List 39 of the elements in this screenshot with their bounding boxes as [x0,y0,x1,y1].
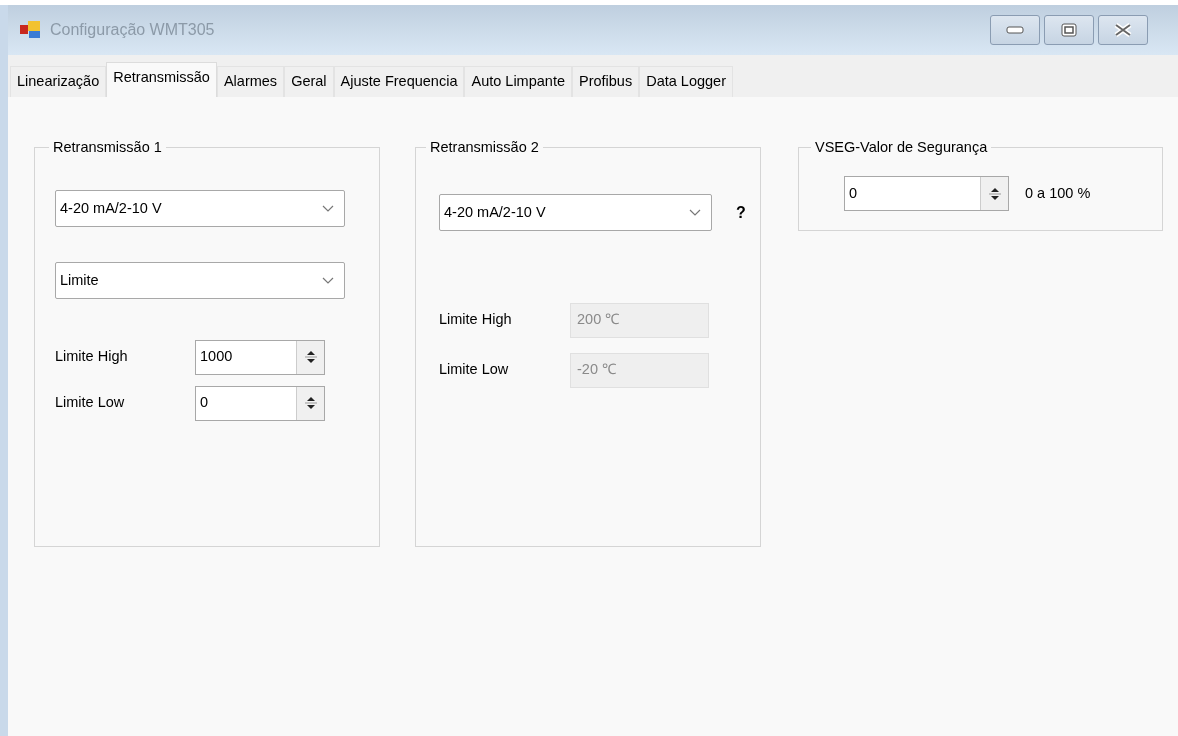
combo-box[interactable]: 4-20 mA/2-10 V [439,194,712,231]
combo-box[interactable]: 4-20 mA/2-10 V [55,190,345,227]
number-spinner[interactable]: 1000 [195,339,325,375]
tab[interactable]: Auto Limpante [464,65,572,97]
up-down-arrows-icon [304,348,317,366]
tab[interactable]: Ajuste Frequencia [333,65,465,97]
help-mark[interactable]: ? [736,200,746,225]
number-spinner[interactable]: 0 [844,176,1009,211]
combo-box[interactable]: Limite [55,262,345,299]
input-field: -20 ℃ [570,352,709,388]
restore-icon [1061,23,1077,37]
tab[interactable]: Alarmes [216,65,285,97]
spin-button[interactable] [296,340,324,374]
minimize-icon [1006,26,1024,34]
window-title: Configuração WMT305 [50,20,215,40]
tab[interactable]: Geral [284,65,334,97]
spin-button[interactable] [296,386,324,420]
tab[interactable]: Retransmissão [106,61,217,97]
minimize-button[interactable] [990,15,1040,45]
up-down-arrows-icon [304,394,317,412]
spin-button[interactable] [980,177,1008,210]
tab[interactable]: Linearização [10,65,107,97]
field-label: Limite Low [439,360,510,380]
close-icon [1114,23,1132,37]
tab[interactable]: Profibus [572,65,640,97]
group-title: VSEG-Valor de Segurança [811,138,992,156]
number-spinner[interactable]: 0 [195,385,325,421]
close-button[interactable] [1098,15,1148,45]
chevron-down-icon [322,205,334,212]
range-label: 0 a 100 % [1025,183,1091,203]
tab[interactable]: Data Logger [639,65,733,97]
chevron-down-icon [322,277,334,284]
field-label: Limite High [439,310,513,330]
input-field: 200 ℃ [570,302,709,338]
app-icon [20,21,42,39]
field-label: Limite High [55,347,129,367]
maximize-button[interactable] [1044,15,1094,45]
field-label: Limite Low [55,393,126,413]
chevron-down-icon [689,209,701,216]
